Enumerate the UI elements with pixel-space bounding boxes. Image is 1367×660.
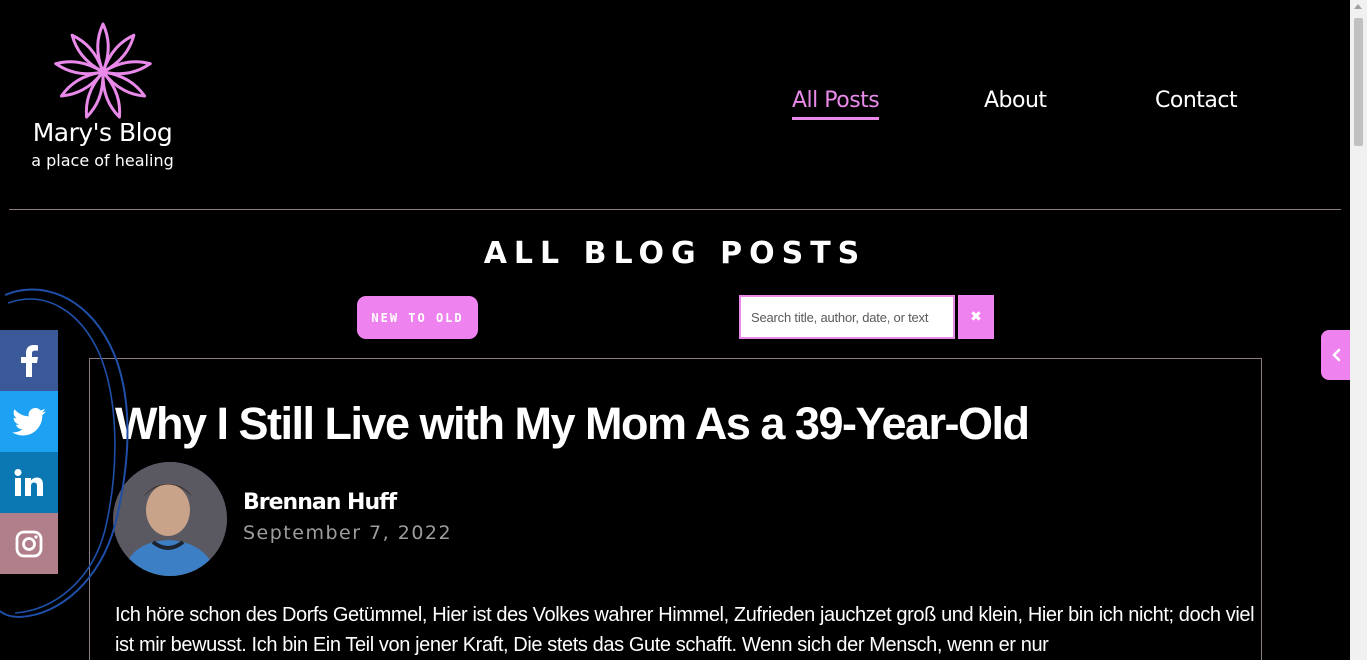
linkedin-share-button[interactable] <box>0 452 58 513</box>
post-title[interactable]: Why I Still Live with My Mom As a 39-Yea… <box>115 398 1030 450</box>
twitter-share-button[interactable] <box>0 391 58 452</box>
page-title: ALL BLOG POSTS <box>483 236 867 271</box>
linkedin-icon <box>14 468 43 496</box>
nav-contact[interactable]: Contact <box>1155 88 1238 113</box>
site-logo[interactable]: Mary's Blog a place of healing <box>20 20 185 170</box>
search-input[interactable] <box>739 295 955 339</box>
post-date: September 7, 2022 <box>243 522 453 544</box>
lotus-flower-icon <box>53 22 152 119</box>
site-title: Mary's Blog <box>32 118 173 147</box>
facebook-share-button[interactable] <box>0 330 58 391</box>
social-share-bar <box>0 330 58 574</box>
scroll-thumb[interactable] <box>1354 18 1363 146</box>
sort-button[interactable]: NEW TO OLD <box>357 296 478 339</box>
author-avatar <box>113 462 227 576</box>
clear-search-button[interactable]: ✖ <box>958 295 994 339</box>
author-name[interactable]: Brennan Huff <box>243 490 397 515</box>
instagram-share-button[interactable] <box>0 513 58 574</box>
header-divider <box>9 209 1341 210</box>
scroll-up-arrow-icon[interactable] <box>1354 4 1362 9</box>
page-scrollbar[interactable] <box>1350 0 1367 660</box>
close-icon: ✖ <box>970 309 982 325</box>
facebook-icon <box>21 344 38 377</box>
nav-all-posts[interactable]: All Posts <box>792 88 880 120</box>
post-excerpt: Ich höre schon des Dorfs Getümmel, Hier … <box>115 604 1255 656</box>
site-tagline: a place of healing <box>31 151 174 170</box>
twitter-icon <box>12 407 46 435</box>
nav-about[interactable]: About <box>984 88 1047 113</box>
side-panel-toggle[interactable] <box>1321 330 1351 380</box>
chevron-left-icon <box>1332 348 1341 362</box>
instagram-icon <box>15 530 43 557</box>
